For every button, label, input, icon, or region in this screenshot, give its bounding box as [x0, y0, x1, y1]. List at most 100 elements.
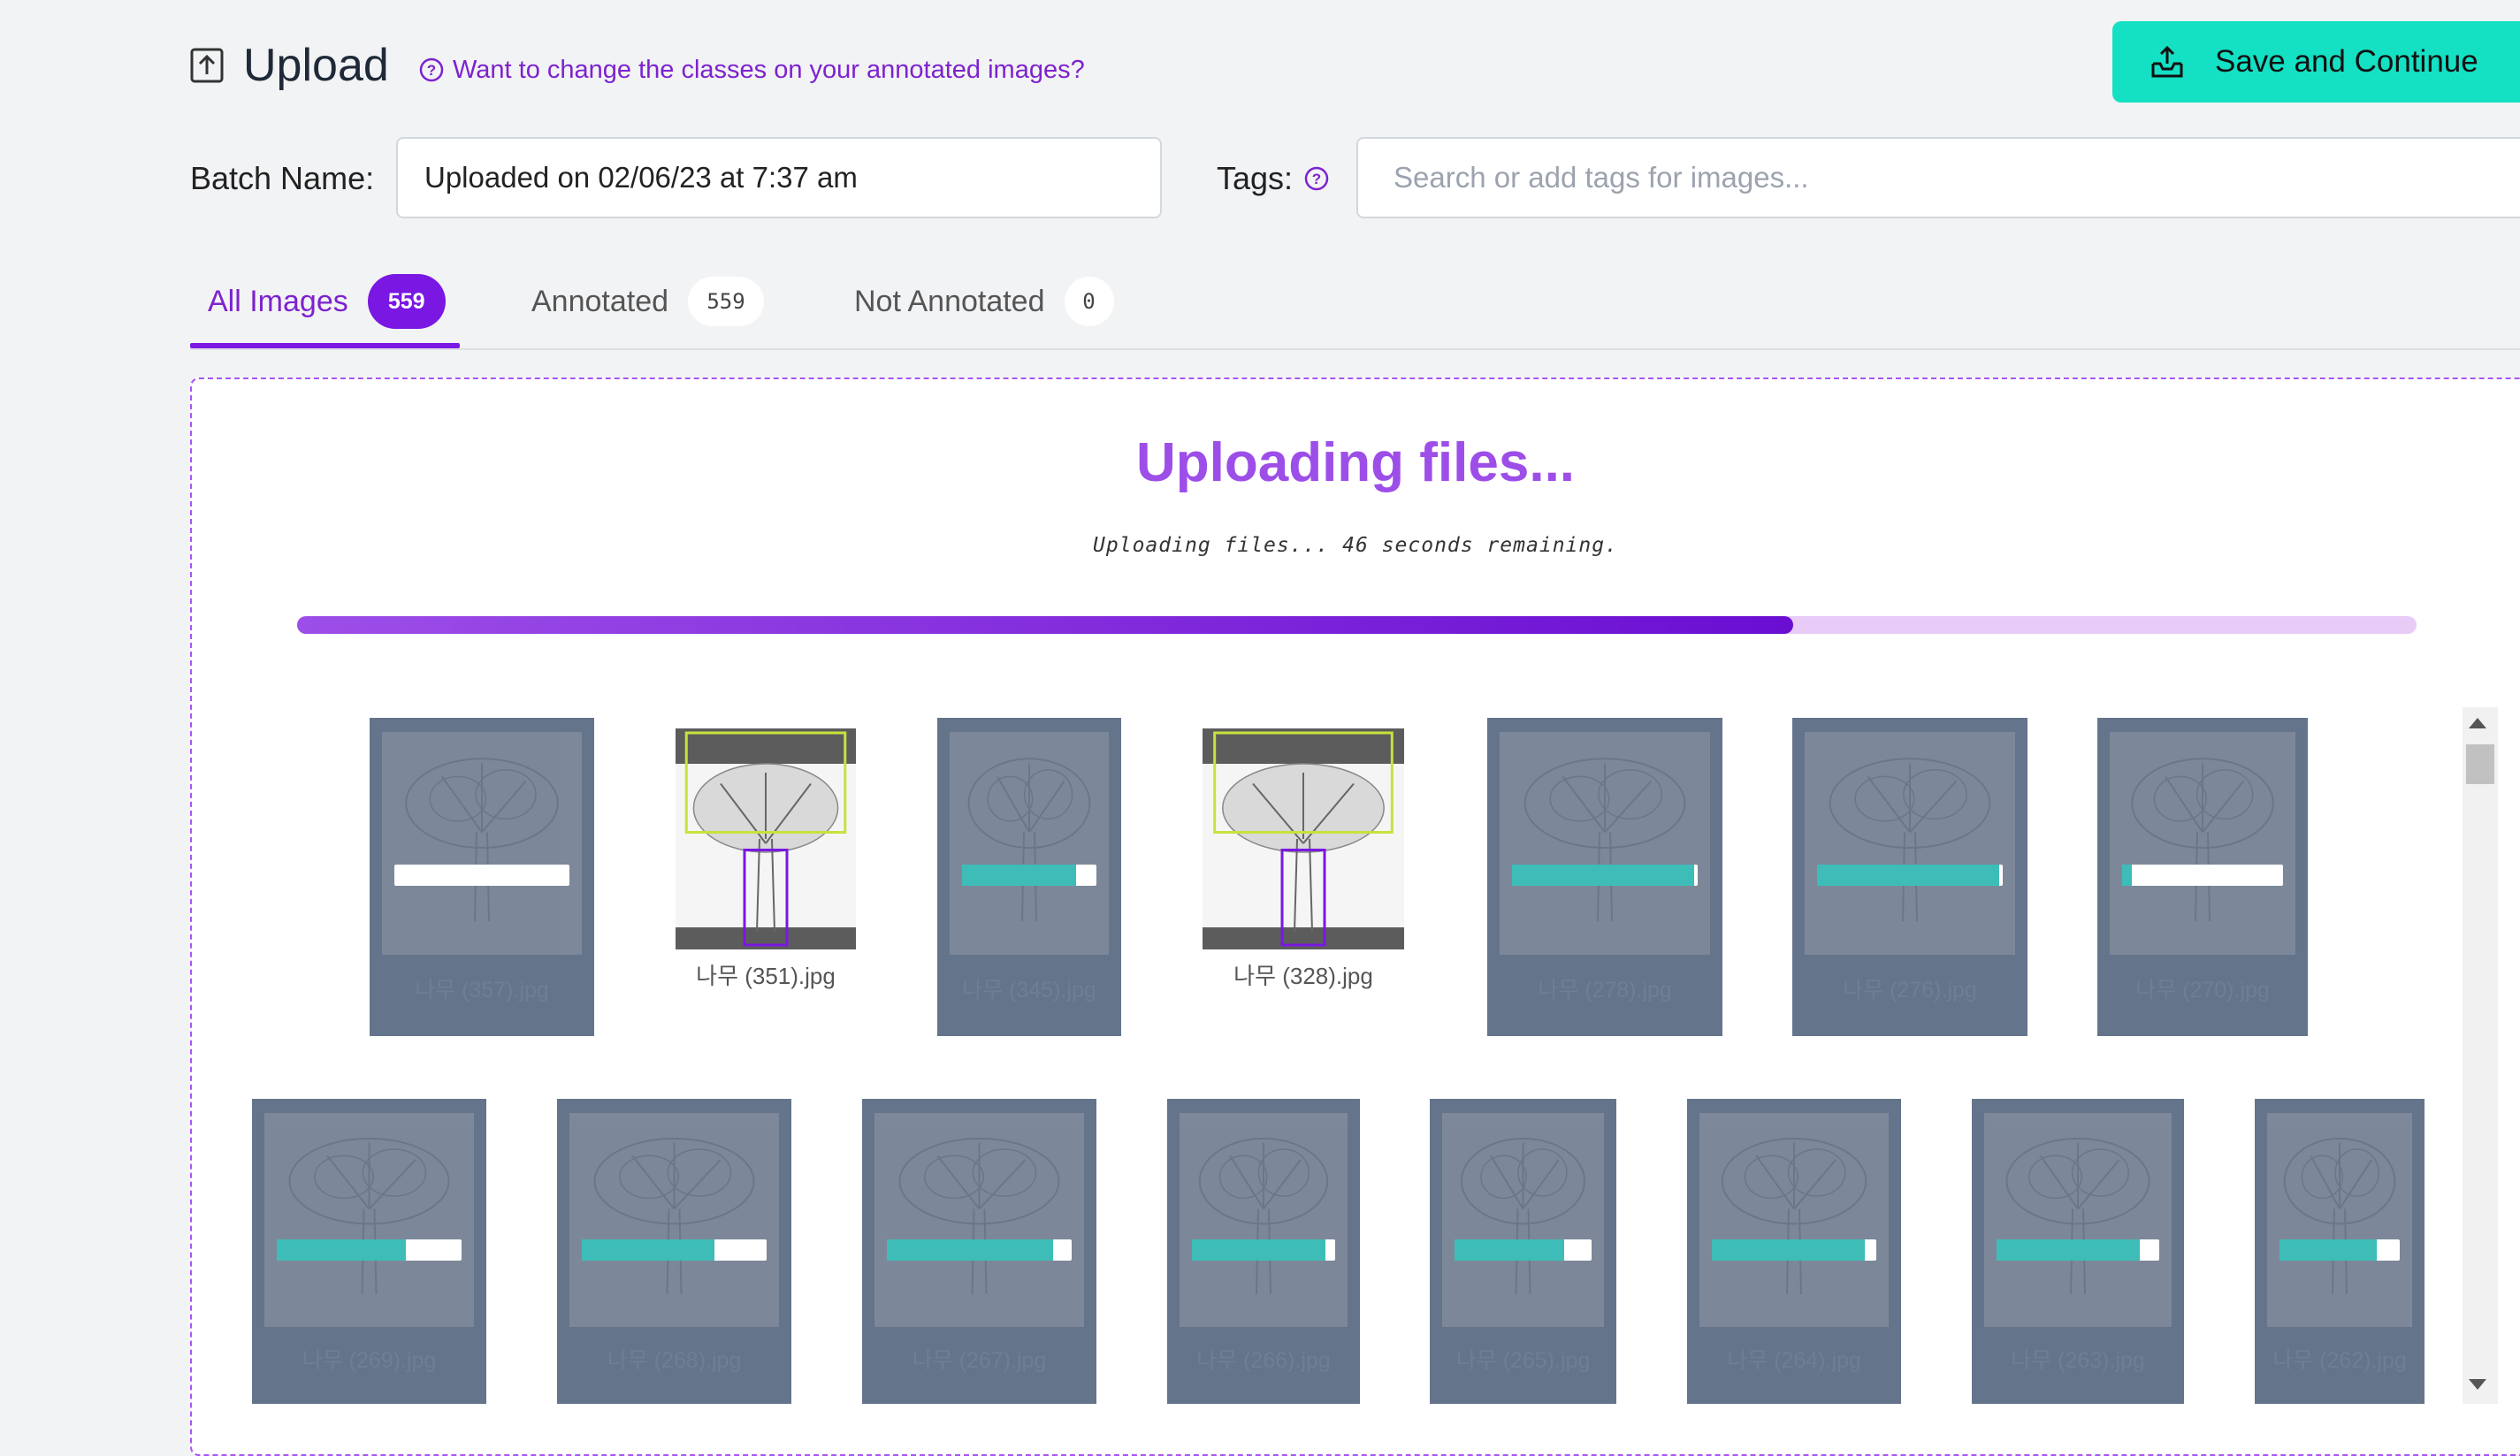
image-upload-progress-fill: [1712, 1239, 1865, 1261]
help-circle-icon: ?: [419, 57, 444, 82]
annotated-tree-image: [676, 731, 856, 947]
tab-all-images[interactable]: All Images 559: [208, 271, 446, 332]
uploading-image-card[interactable]: 나무 (268).jpg: [557, 1099, 791, 1404]
save-button-label: Save and Continue: [2215, 44, 2478, 79]
image-upload-progress-fill: [1817, 864, 1999, 886]
image-preview: [1805, 732, 2015, 955]
image-preview: [2110, 732, 2295, 955]
image-upload-progress: [1455, 1239, 1592, 1261]
uploading-image-card[interactable]: 나무 (270).jpg: [2097, 718, 2308, 1036]
image-preview: [1442, 1113, 1604, 1327]
tab-not-annotated[interactable]: Not Annotated 0: [854, 271, 1114, 332]
batch-name-input[interactable]: Uploaded on 02/06/23 at 7:37 am: [396, 137, 1162, 218]
upload-progress-bar: [297, 616, 2417, 634]
count-badge: 559: [367, 274, 446, 329]
uploading-image-card[interactable]: 나무 (263).jpg: [1972, 1099, 2184, 1404]
uploading-image-card[interactable]: 나무 (269).jpg: [252, 1099, 486, 1404]
image-preview: [2267, 1113, 2412, 1327]
image-upload-progress-fill: [582, 1239, 715, 1261]
image-filename: 나무 (351).jpg: [696, 963, 836, 989]
uploading-image-card[interactable]: 나무 (264).jpg: [1687, 1099, 1901, 1404]
image-upload-progress-fill: [1455, 1239, 1564, 1261]
tab-label: All Images: [208, 284, 348, 318]
scrollbar-thumb[interactable]: [2466, 744, 2494, 784]
tab-annotated[interactable]: Annotated 559: [531, 271, 765, 332]
uploading-image-card[interactable]: 나무 (278).jpg: [1487, 718, 1722, 1036]
image-preview: [1180, 1113, 1348, 1327]
image-filename: 나무 (276).jpg: [1843, 978, 1977, 1002]
image-upload-progress-fill: [1512, 864, 1694, 886]
tags-label: Tags:: [1217, 160, 1294, 196]
image-preview: [264, 1113, 474, 1327]
image-upload-progress: [1712, 1239, 1876, 1261]
scroll-down-arrow-icon[interactable]: [2469, 1379, 2486, 1390]
upload-status-title: Uploading files...: [1135, 432, 1576, 493]
image-filename: 나무 (265).jpg: [1455, 1348, 1591, 1373]
image-preview: [382, 732, 582, 955]
change-classes-link[interactable]: ? Want to change the classes on your ann…: [419, 55, 1085, 85]
help-circle-icon[interactable]: ?: [1303, 165, 1330, 192]
image-upload-progress: [1512, 864, 1698, 886]
image-preview: [1984, 1113, 2172, 1327]
scrollbar[interactable]: [2463, 707, 2498, 1404]
image-preview: [874, 1113, 1084, 1327]
image-preview: [950, 732, 1109, 955]
image-thumbnail: [676, 728, 856, 949]
tab-label: Annotated: [531, 284, 669, 318]
image-upload-progress-fill: [2279, 1239, 2378, 1261]
image-upload-progress-fill: [887, 1239, 1054, 1261]
image-preview: [1699, 1113, 1889, 1327]
image-preview: [1500, 732, 1710, 955]
image-upload-progress: [1997, 1239, 2159, 1261]
upload-tray-icon: [2151, 45, 2183, 78]
image-filename: 나무 (357).jpg: [415, 978, 549, 1002]
annotated-tree-image: [1203, 731, 1404, 947]
uploading-image-card[interactable]: 나무 (276).jpg: [1792, 718, 2027, 1036]
change-classes-link-text[interactable]: Want to change the classes on your annot…: [453, 55, 1085, 85]
image-upload-progress-fill: [2122, 864, 2132, 886]
image-upload-progress: [962, 864, 1096, 886]
uploaded-image-card[interactable]: 나무 (328).jpg: [1203, 728, 1404, 989]
uploading-image-card[interactable]: 나무 (265).jpg: [1430, 1099, 1616, 1404]
count-badge: 0: [1064, 277, 1114, 326]
svg-text:?: ?: [1312, 171, 1321, 187]
image-filename: 나무 (262).jpg: [2272, 1348, 2407, 1373]
image-filename: 나무 (269).jpg: [302, 1348, 437, 1373]
tabs-divider: [190, 348, 2520, 350]
image-upload-progress: [1817, 864, 2003, 886]
upload-progress-fill: [297, 616, 1794, 634]
svg-text:?: ?: [427, 62, 436, 79]
image-upload-progress: [887, 1239, 1072, 1261]
image-thumbnail: [1203, 728, 1404, 949]
uploading-image-card[interactable]: 나무 (345).jpg: [937, 718, 1121, 1036]
image-filename: 나무 (328).jpg: [1233, 963, 1373, 989]
upload-status-text: Uploading files... 46 seconds remaining.: [1093, 534, 1618, 557]
image-filename: 나무 (278).jpg: [1538, 978, 1672, 1002]
image-filename: 나무 (266).jpg: [1196, 1348, 1331, 1373]
image-filename: 나무 (345).jpg: [962, 978, 1096, 1002]
save-and-continue-button[interactable]: Save and Continue: [2112, 21, 2520, 103]
batch-name-label: Batch Name:: [190, 160, 375, 196]
tab-label: Not Annotated: [854, 284, 1045, 318]
active-tab-indicator: [190, 343, 460, 348]
count-badge: 559: [688, 277, 765, 326]
upload-icon: [190, 48, 224, 83]
uploaded-image-card[interactable]: 나무 (351).jpg: [676, 728, 856, 989]
image-upload-progress-fill: [962, 864, 1077, 886]
image-upload-progress-fill: [1192, 1239, 1325, 1261]
uploading-image-card[interactable]: 나무 (262).jpg: [2255, 1099, 2425, 1404]
uploading-image-card[interactable]: 나무 (267).jpg: [862, 1099, 1096, 1404]
tags-search-input[interactable]: Search or add tags for images...: [1356, 137, 2520, 218]
image-upload-progress-fill: [1997, 1239, 2140, 1261]
image-upload-progress: [1192, 1239, 1335, 1261]
image-filename: 나무 (263).jpg: [2011, 1348, 2145, 1373]
image-filename: 나무 (268).jpg: [607, 1348, 742, 1373]
uploading-image-card[interactable]: 나무 (266).jpg: [1167, 1099, 1360, 1404]
image-upload-progress: [582, 1239, 767, 1261]
uploading-image-card[interactable]: 나무 (357).jpg: [370, 718, 594, 1036]
image-filename: 나무 (267).jpg: [912, 1348, 1047, 1373]
image-upload-progress: [2122, 864, 2283, 886]
image-filename: 나무 (264).jpg: [1727, 1348, 1861, 1373]
image-upload-progress: [2279, 1239, 2400, 1261]
scroll-up-arrow-icon[interactable]: [2469, 718, 2486, 728]
